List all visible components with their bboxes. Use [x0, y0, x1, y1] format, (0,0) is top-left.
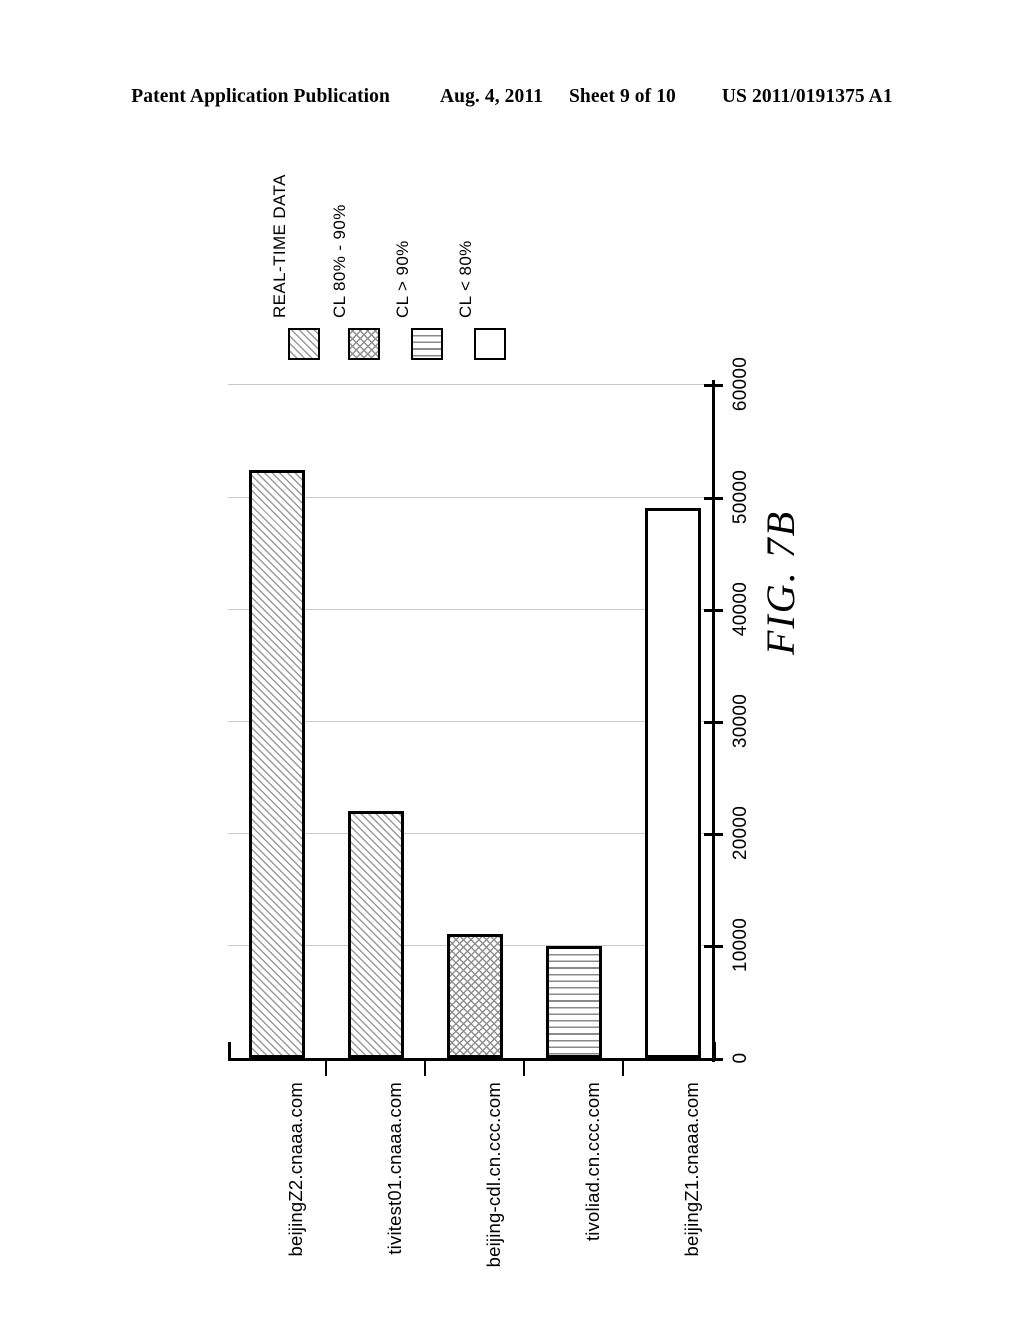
category-tick — [424, 1058, 426, 1076]
value-tick-label: 30000 — [730, 693, 751, 749]
bar-beijingz2 — [249, 470, 305, 1058]
value-tick-label: 40000 — [730, 581, 751, 637]
value-tick — [704, 384, 723, 387]
value-tick-label: 10000 — [730, 917, 751, 973]
category-axis-end-cap — [228, 1042, 231, 1060]
value-tick-label: 0 — [730, 1052, 751, 1064]
category-label-beijing-cdl: beijing-cdl.cn.ccc.com — [483, 1082, 504, 1268]
category-axis-end-cap — [713, 1042, 716, 1060]
category-tick — [523, 1058, 525, 1076]
value-tick — [704, 833, 723, 836]
bar-beijingz1 — [645, 508, 701, 1058]
bar-chart-plot: 60000 50000 40000 30000 20000 10000 0 be… — [0, 0, 1024, 1320]
bar-beijing-cdl — [447, 934, 503, 1058]
figure-7b: FIG. 7B REAL-TIME DATA CL 80% - 90% CL >… — [0, 0, 1024, 1320]
bar-tivoliad — [546, 946, 602, 1058]
category-tick — [325, 1058, 327, 1076]
value-tick — [704, 609, 723, 612]
gridline — [228, 384, 712, 385]
value-tick — [704, 497, 723, 500]
value-tick — [704, 945, 723, 948]
category-tick — [622, 1058, 624, 1076]
category-label-beijingz1: beijingZ1.cnaaa.com — [681, 1082, 702, 1257]
value-tick-label: 50000 — [730, 469, 751, 525]
value-tick-label: 20000 — [730, 805, 751, 861]
category-label-beijingz2: beijingZ2.cnaaa.com — [285, 1082, 306, 1257]
category-label-tivoliad: tivoliad.cn.ccc.com — [582, 1082, 603, 1242]
value-tick — [704, 721, 723, 724]
category-label-tivitest01: tivitest01.cnaaa.com — [384, 1082, 405, 1255]
value-tick-label: 60000 — [730, 356, 751, 412]
category-axis — [228, 1058, 715, 1061]
bar-tivitest01 — [348, 811, 404, 1058]
